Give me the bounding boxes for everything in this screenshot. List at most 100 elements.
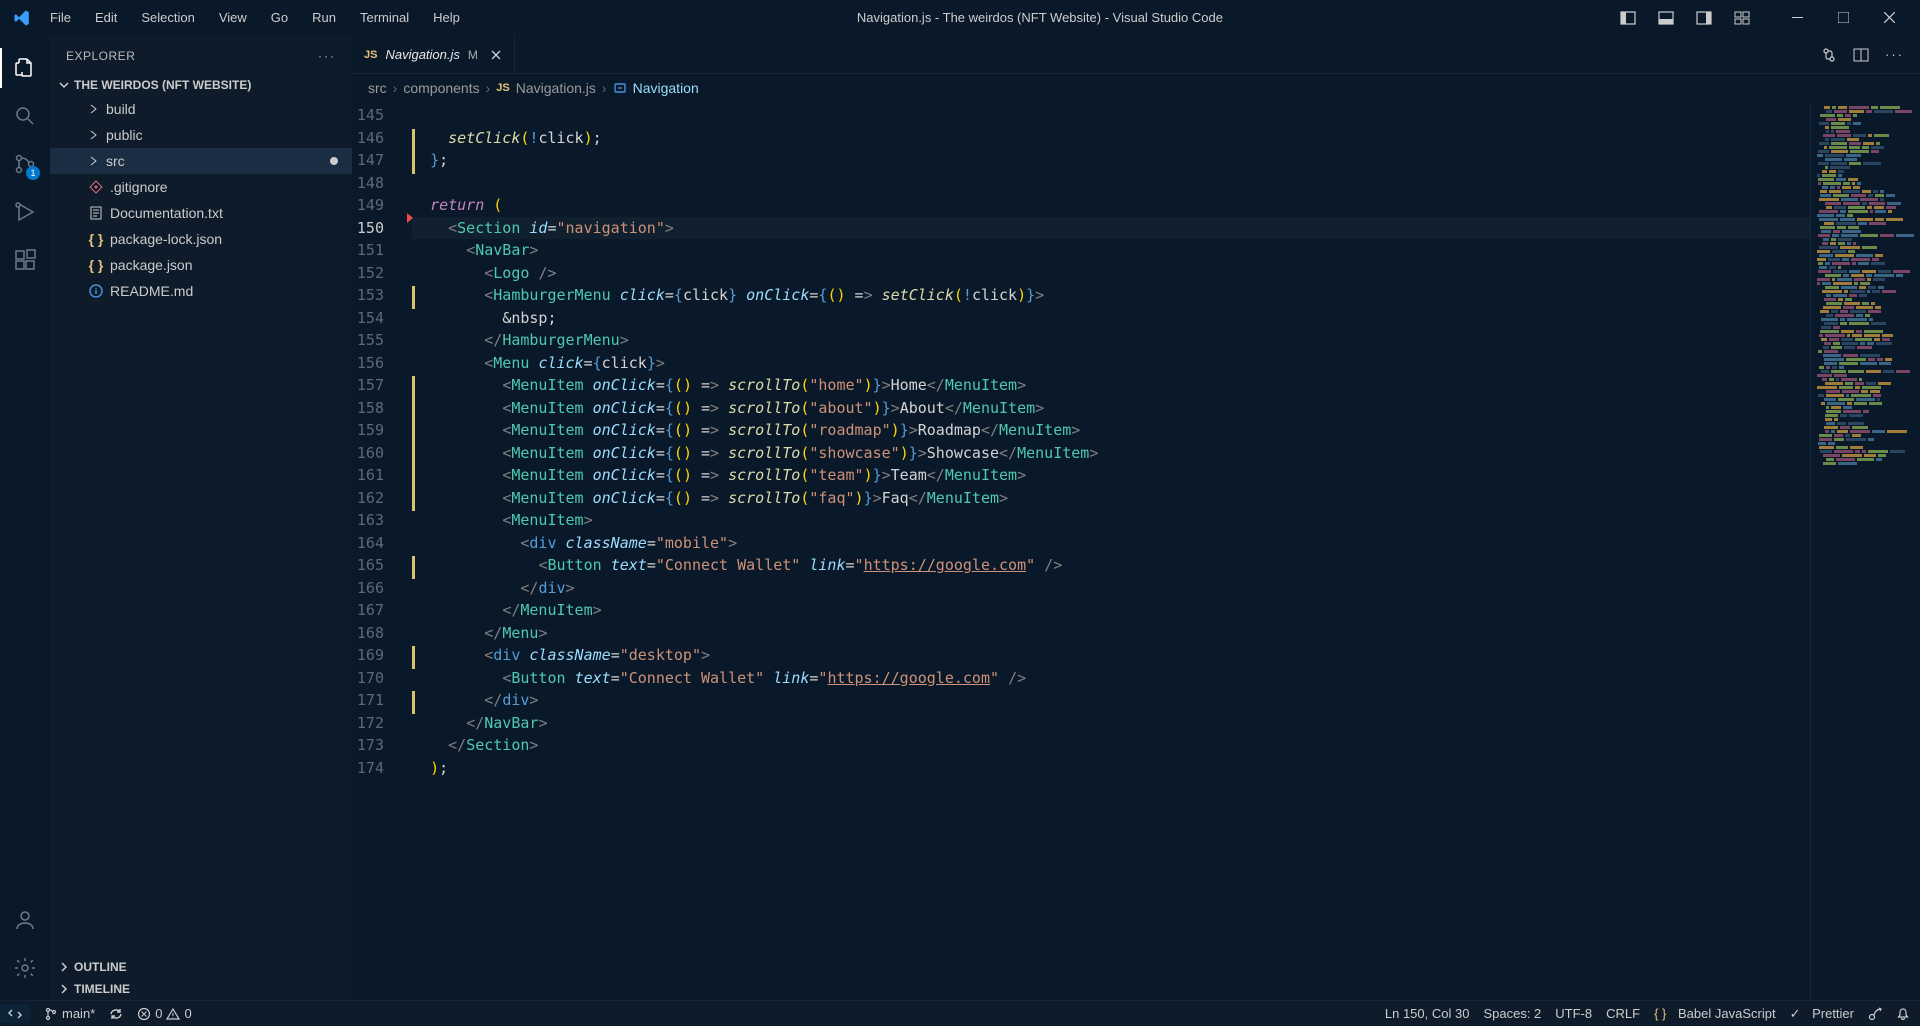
tab-close-icon[interactable] xyxy=(490,49,502,61)
workspace-root[interactable]: THE WEIRDOS (NFT WEBSITE) xyxy=(50,76,352,94)
notifications-icon[interactable] xyxy=(1896,1007,1910,1021)
tab-navigation-js[interactable]: JS Navigation.js M xyxy=(352,36,515,73)
problems-indicator[interactable]: 0 0 xyxy=(137,1006,191,1021)
prettier-label: Prettier xyxy=(1812,1006,1854,1021)
file-documentation-label: Documentation.txt xyxy=(110,205,223,221)
js-file-icon: JS xyxy=(496,82,509,94)
file-package-json-label: package.json xyxy=(110,257,193,273)
file-gitignore-label: .gitignore xyxy=(110,179,168,195)
activity-accounts-icon[interactable] xyxy=(0,896,50,944)
info-icon xyxy=(88,283,104,299)
menu-run[interactable]: Run xyxy=(302,6,346,29)
language-label: Babel JavaScript xyxy=(1678,1006,1776,1021)
breadcrumb-src[interactable]: src xyxy=(368,80,387,96)
language-mode[interactable]: { } Babel JavaScript xyxy=(1654,1006,1775,1021)
outline-section[interactable]: OUTLINE xyxy=(50,956,352,978)
code-editor[interactable]: 1451461471481491501511521531541551561571… xyxy=(352,102,1920,1000)
activity-bar: 1 xyxy=(0,36,50,1000)
error-indicator-icon xyxy=(407,213,413,223)
menu-edit[interactable]: Edit xyxy=(85,6,127,29)
title-bar: File Edit Selection View Go Run Terminal… xyxy=(0,0,1920,36)
file-package-lock-label: package-lock.json xyxy=(110,231,222,247)
line-gutter: 1451461471481491501511521531541551561571… xyxy=(352,102,412,1000)
explorer-more-icon[interactable]: ··· xyxy=(318,49,336,63)
outline-label: OUTLINE xyxy=(74,960,127,974)
window-minimize-icon[interactable] xyxy=(1774,0,1820,36)
check-icon: ✓ xyxy=(1790,1006,1801,1022)
sync-icon[interactable] xyxy=(109,1007,123,1021)
json-icon: { } xyxy=(88,231,104,247)
breadcrumb-file[interactable]: Navigation.js xyxy=(516,80,596,96)
git-branch[interactable]: main* xyxy=(44,1006,95,1021)
file-readme[interactable]: README.md xyxy=(50,278,352,304)
json-icon: { } xyxy=(88,257,104,273)
window-title: Navigation.js - The weirdos (NFT Website… xyxy=(470,10,1610,25)
file-gitignore[interactable]: .gitignore xyxy=(50,174,352,200)
status-bar: main* 0 0 Ln 150, Col 30 Spaces: 2 UTF-8… xyxy=(0,1000,1920,1026)
folder-src[interactable]: src xyxy=(50,148,352,174)
symbol-icon xyxy=(613,81,627,95)
tab-label: Navigation.js xyxy=(385,47,459,62)
folder-build[interactable]: build xyxy=(50,96,352,122)
explorer-title: EXPLORER xyxy=(66,49,135,63)
code-content[interactable]: setClick(!click); }; return ( <Section i… xyxy=(412,102,1810,1000)
menu-go[interactable]: Go xyxy=(261,6,298,29)
toggle-panel-icon[interactable] xyxy=(1648,4,1684,32)
editor-tabs: JS Navigation.js M ··· xyxy=(352,36,1920,74)
activity-search-icon[interactable] xyxy=(0,92,50,140)
minimap[interactable] xyxy=(1810,102,1920,1000)
modified-indicator-icon xyxy=(330,157,338,165)
file-package-lock[interactable]: { } package-lock.json xyxy=(50,226,352,252)
window-maximize-icon[interactable] xyxy=(1820,0,1866,36)
feedback-icon[interactable] xyxy=(1868,1007,1882,1021)
menu-view[interactable]: View xyxy=(209,6,257,29)
menu-file[interactable]: File xyxy=(40,6,81,29)
cursor-position[interactable]: Ln 150, Col 30 xyxy=(1385,1006,1470,1021)
remote-indicator-icon[interactable] xyxy=(0,1005,30,1023)
window-close-icon[interactable] xyxy=(1866,0,1912,36)
compare-changes-icon[interactable] xyxy=(1817,43,1841,67)
file-readme-label: README.md xyxy=(110,283,193,299)
titlebar-actions xyxy=(1610,0,1912,36)
timeline-section[interactable]: TIMELINE xyxy=(50,978,352,1000)
file-documentation[interactable]: Documentation.txt xyxy=(50,200,352,226)
menu-terminal[interactable]: Terminal xyxy=(350,6,419,29)
file-package-json[interactable]: { } package.json xyxy=(50,252,352,278)
customize-layout-icon[interactable] xyxy=(1724,4,1760,32)
indentation[interactable]: Spaces: 2 xyxy=(1483,1006,1541,1021)
toggle-primary-sidebar-icon[interactable] xyxy=(1610,4,1646,32)
text-file-icon xyxy=(88,205,104,221)
toggle-secondary-sidebar-icon[interactable] xyxy=(1686,4,1722,32)
breadcrumb-components[interactable]: components xyxy=(403,80,479,96)
file-tree: build public src .gitignore Documentatio… xyxy=(50,94,352,956)
js-file-icon: JS xyxy=(364,49,377,61)
error-count: 0 xyxy=(155,1006,162,1021)
more-actions-icon[interactable]: ··· xyxy=(1881,43,1908,66)
folder-build-label: build xyxy=(106,101,136,117)
encoding[interactable]: UTF-8 xyxy=(1555,1006,1592,1021)
activity-scm-icon[interactable]: 1 xyxy=(0,140,50,188)
activity-debug-icon[interactable] xyxy=(0,188,50,236)
menu-help[interactable]: Help xyxy=(423,6,470,29)
folder-public-label: public xyxy=(106,127,143,143)
git-icon xyxy=(88,179,104,195)
vscode-logo-icon xyxy=(12,8,32,28)
workspace-root-label: THE WEIRDOS (NFT WEBSITE) xyxy=(74,78,251,92)
folder-public[interactable]: public xyxy=(50,122,352,148)
activity-extensions-icon[interactable] xyxy=(0,236,50,284)
activity-settings-icon[interactable] xyxy=(0,944,50,992)
warning-count: 0 xyxy=(184,1006,191,1021)
explorer-header: EXPLORER ··· xyxy=(50,36,352,76)
breadcrumbs[interactable]: src › components › JS Navigation.js › Na… xyxy=(352,74,1920,102)
breadcrumb-symbol[interactable]: Navigation xyxy=(633,80,699,96)
eol[interactable]: CRLF xyxy=(1606,1006,1640,1021)
activity-explorer-icon[interactable] xyxy=(0,44,50,92)
scm-badge: 1 xyxy=(26,166,40,180)
prettier-status[interactable]: ✓ Prettier xyxy=(1790,1006,1854,1022)
editor-area: JS Navigation.js M ··· src › components … xyxy=(352,36,1920,1000)
split-editor-icon[interactable] xyxy=(1849,43,1873,67)
menu-bar: File Edit Selection View Go Run Terminal… xyxy=(40,6,470,29)
modified-badge: M xyxy=(468,48,478,62)
branch-name: main* xyxy=(62,1006,95,1021)
menu-selection[interactable]: Selection xyxy=(131,6,204,29)
